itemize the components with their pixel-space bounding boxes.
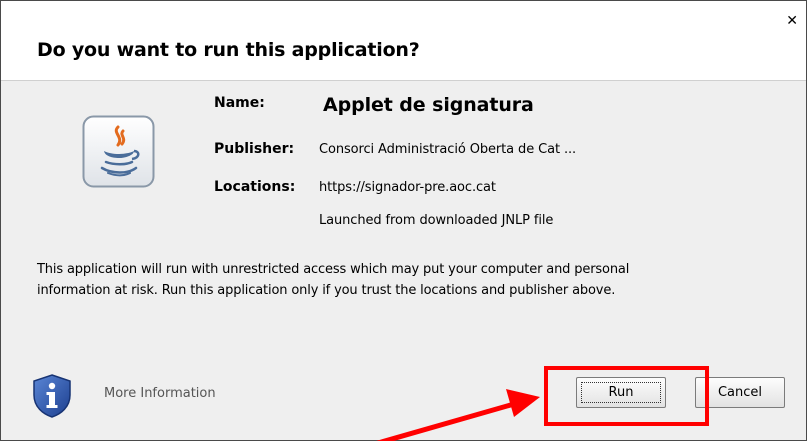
publisher-value: Consorci Administració Oberta de Cat ... xyxy=(319,142,577,157)
warning-line-1: This application will run with unrestric… xyxy=(37,262,630,277)
locations-label: Locations: xyxy=(214,179,296,195)
close-icon[interactable]: ✕ xyxy=(786,14,798,28)
warning-line-2: information at risk. Run this applicatio… xyxy=(37,283,616,298)
run-button[interactable]: Run xyxy=(576,377,666,408)
cancel-button[interactable]: Cancel xyxy=(695,377,785,408)
name-label: Name: xyxy=(214,95,265,111)
dialog-title: Do you want to run this application? xyxy=(37,39,420,61)
location-value: https://signador-pre.aoc.cat xyxy=(319,180,496,195)
more-information-link[interactable]: More Information xyxy=(104,386,216,401)
focus-ring xyxy=(581,382,661,403)
publisher-label: Publisher: xyxy=(214,141,295,157)
launched-from-text: Launched from downloaded JNLP file xyxy=(319,213,554,228)
info-shield-icon xyxy=(33,374,71,418)
java-icon xyxy=(82,115,155,188)
dialog-header: Do you want to run this application? ✕ xyxy=(1,1,806,81)
cancel-button-label: Cancel xyxy=(717,385,763,400)
app-name: Applet de signatura xyxy=(323,94,534,116)
security-dialog: Do you want to run this application? ✕ N… xyxy=(0,0,807,441)
warning-text: This application will run with unrestric… xyxy=(37,259,777,301)
